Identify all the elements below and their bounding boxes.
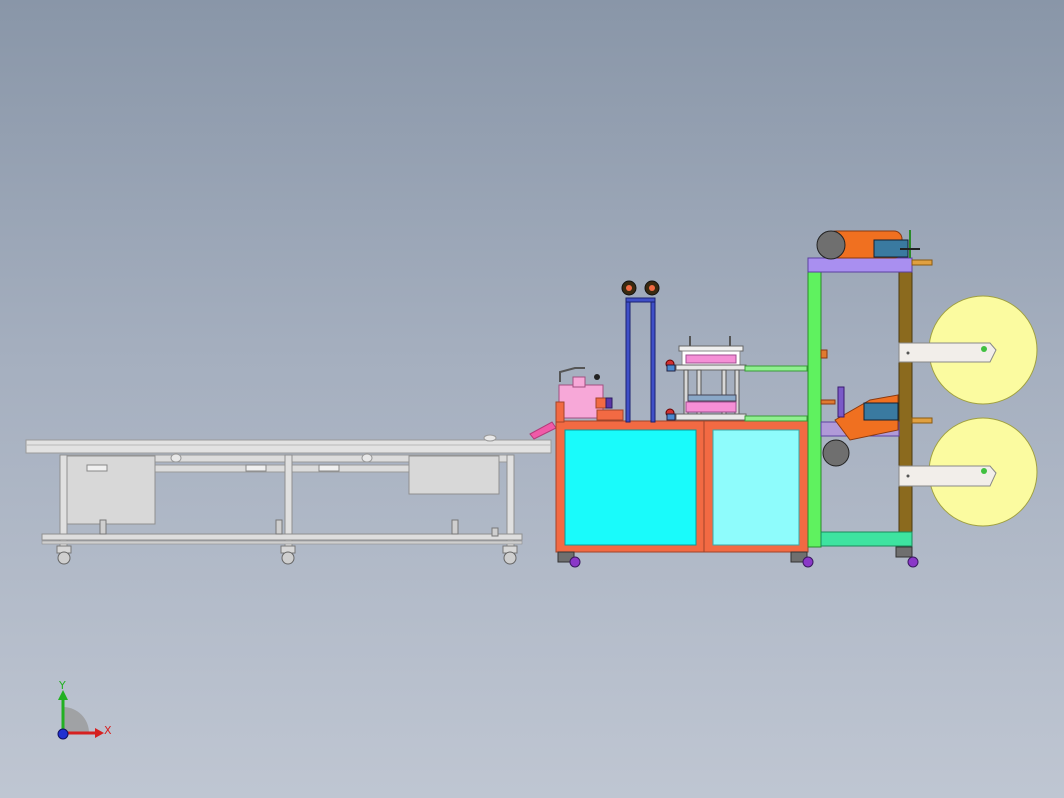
y-axis-label: Y [59, 679, 66, 692]
conveyor-lower-rod [41, 533, 523, 541]
die-press[interactable] [665, 336, 808, 422]
cabinet-panel-left [564, 429, 697, 546]
conveyor-cabinet-right [408, 455, 500, 495]
conveyor-cabinet-left [61, 455, 156, 525]
upper-die [685, 354, 737, 364]
stand-right-post [898, 269, 913, 548]
x-axis-label: X [104, 724, 112, 737]
material-roll-upper[interactable] [898, 295, 1038, 405]
cabinet-caster [557, 551, 581, 568]
conveyor-caster [280, 545, 296, 565]
middle-roller [822, 439, 850, 467]
stand-base-bar [820, 531, 913, 547]
vertical-post[interactable] [621, 280, 660, 423]
machine-drawing [25, 230, 1038, 740]
conveyor-belt [25, 439, 552, 454]
cabinet-panel-right [712, 429, 800, 546]
stand-left-post [807, 269, 822, 548]
conveyor-caster [56, 545, 72, 565]
transfer-chute [529, 421, 557, 440]
z-axis-dot [57, 728, 69, 740]
stand-top-bar [807, 257, 913, 273]
cad-viewport[interactable]: Y X [0, 0, 1064, 798]
lower-die [685, 401, 737, 413]
main-cabinet[interactable] [555, 420, 814, 568]
conveyor-caster [502, 545, 518, 565]
conveyor[interactable] [25, 434, 552, 565]
conveyor-cross-rail [154, 464, 411, 473]
material-roll-lower[interactable] [898, 417, 1038, 527]
unwind-stand[interactable] [807, 230, 933, 568]
cabinet-caster [790, 551, 814, 568]
stand-caster [895, 546, 919, 568]
feed-station[interactable] [555, 367, 624, 423]
top-roller [816, 230, 846, 260]
axis-triad[interactable] [57, 690, 104, 740]
